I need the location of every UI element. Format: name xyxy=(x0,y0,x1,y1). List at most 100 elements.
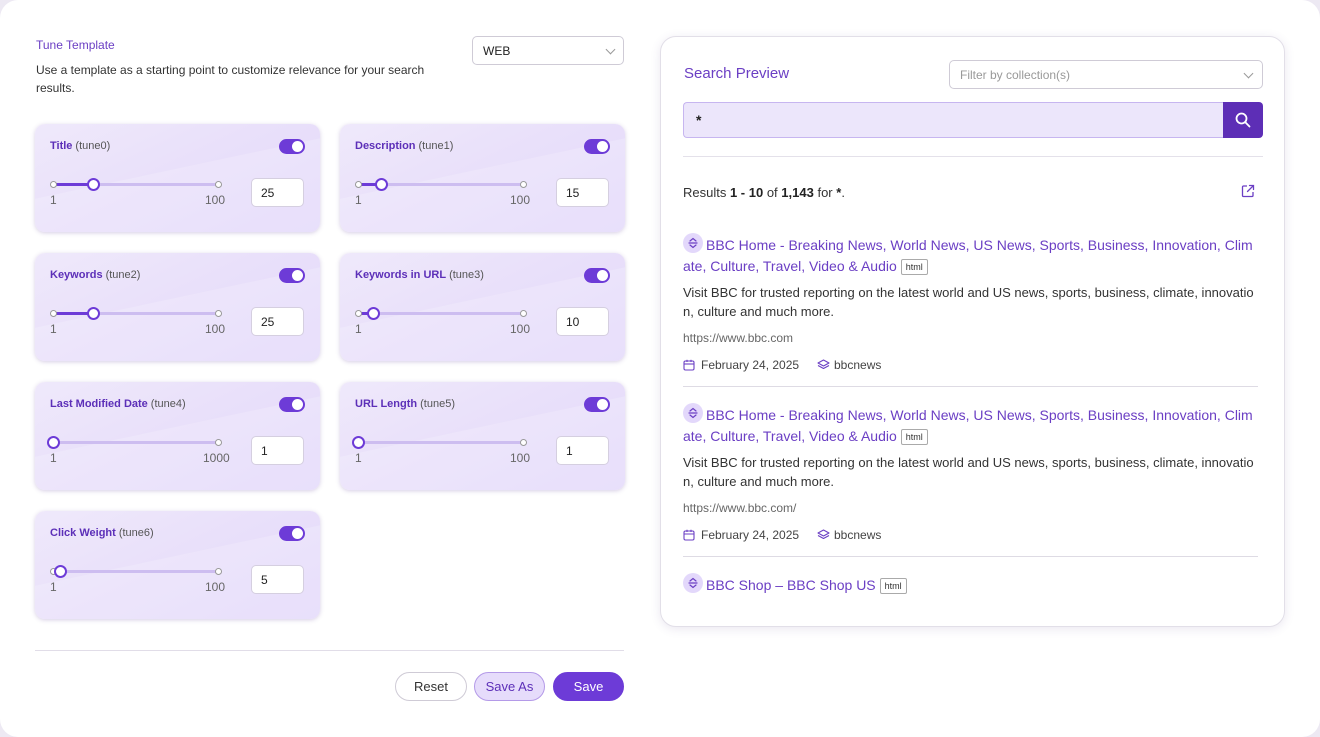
relevance-icon[interactable] xyxy=(683,573,703,593)
toggle-knob xyxy=(597,399,608,410)
external-link-icon[interactable] xyxy=(1241,184,1255,203)
slider-thumb[interactable] xyxy=(366,307,380,320)
result-type-tag: html xyxy=(879,578,907,594)
tune-value-input[interactable]: 1 xyxy=(556,436,609,465)
toggle-knob xyxy=(597,141,608,152)
tune-label: Keywords (tune2) xyxy=(50,269,140,281)
tune-slider[interactable] xyxy=(352,436,527,449)
tune-enable-toggle[interactable] xyxy=(279,526,305,541)
collection-filter-select[interactable]: Filter by collection(s) xyxy=(949,60,1263,89)
slider-max-label: 100 xyxy=(205,580,226,594)
tune-name: URL Length xyxy=(355,398,418,410)
tune-value-input[interactable]: 25 xyxy=(251,178,304,207)
tune-label: Keywords in URL (tune3) xyxy=(355,269,484,281)
search-button[interactable] xyxy=(1223,102,1263,138)
result-title-line: BBC Home - Breaking News, World News, US… xyxy=(683,233,1259,277)
tune-key: (tune5) xyxy=(420,398,455,410)
tune-card: Click Weight (tune6) 1 100 5 xyxy=(35,511,320,619)
result-snippet: Visit BBC for trusted reporting on the l… xyxy=(683,285,1254,319)
slider-max-mark xyxy=(215,181,222,188)
template-select-value: WEB xyxy=(483,44,511,58)
tune-enable-toggle[interactable] xyxy=(279,268,305,283)
slider-min-mark xyxy=(355,310,362,317)
search-preview-title: Search Preview xyxy=(684,65,790,82)
results-of: of xyxy=(763,185,782,200)
slider-max-label: 100 xyxy=(205,193,226,207)
search-preview-panel: Search Preview Filter by collection(s) *… xyxy=(660,36,1285,627)
slider-thumb[interactable] xyxy=(53,565,67,578)
slider-thumb[interactable] xyxy=(352,436,365,449)
result-date: February 24, 2025 xyxy=(701,358,800,372)
layers-icon xyxy=(817,359,830,370)
tune-card: Keywords (tune2) 1 100 25 xyxy=(35,253,320,361)
tune-enable-toggle[interactable] xyxy=(584,397,610,412)
relevance-icon[interactable] xyxy=(683,233,703,253)
tune-value-input[interactable]: 15 xyxy=(556,178,609,207)
search-result: BBC Home - Breaking News, World News, US… xyxy=(683,233,1259,374)
result-url[interactable]: https://www.bbc.com xyxy=(683,331,1259,345)
toggle-knob xyxy=(292,141,303,152)
result-title-link[interactable]: BBC Home - Breaking News, World News, US… xyxy=(683,237,1253,274)
result-type-tag: html xyxy=(900,259,928,275)
save-button[interactable]: Save xyxy=(553,672,624,701)
divider xyxy=(35,650,624,651)
result-meta: February 24, 2025 bbcnews xyxy=(683,528,1259,544)
tune-slider[interactable] xyxy=(50,565,222,578)
result-type-tag: html xyxy=(900,429,928,445)
reset-button[interactable]: Reset xyxy=(395,672,467,701)
slider-max-label: 100 xyxy=(205,322,226,336)
tune-slider[interactable] xyxy=(355,307,527,320)
tune-slider[interactable] xyxy=(47,436,222,449)
result-title-line: BBC Shop – BBC Shop US html xyxy=(683,573,1259,596)
tune-value-input[interactable]: 10 xyxy=(556,307,609,336)
tune-card: URL Length (tune5) 1 100 1 xyxy=(340,382,625,490)
slider-thumb[interactable] xyxy=(47,436,60,449)
tune-enable-toggle[interactable] xyxy=(279,397,305,412)
slider-thumb[interactable] xyxy=(86,307,100,320)
tune-key: (tune4) xyxy=(150,398,186,410)
tune-key: (tune1) xyxy=(418,140,454,152)
slider-min-label: 1 xyxy=(355,322,362,336)
slider-thumb[interactable] xyxy=(375,178,389,191)
tune-key: (tune6) xyxy=(118,527,154,539)
tune-enable-toggle[interactable] xyxy=(584,268,610,283)
toggle-knob xyxy=(292,399,303,410)
tune-label: Title (tune0) xyxy=(50,140,110,152)
search-input[interactable]: * xyxy=(683,102,1224,138)
tune-slider[interactable] xyxy=(50,307,222,320)
tune-enable-toggle[interactable] xyxy=(279,139,305,154)
result-title-link[interactable]: BBC Home - Breaking News, World News, US… xyxy=(683,407,1253,444)
result-snippet: Visit BBC for trusted reporting on the l… xyxy=(683,455,1254,489)
tune-value-input[interactable]: 25 xyxy=(251,307,304,336)
relevance-icon[interactable] xyxy=(683,403,703,423)
result-url[interactable]: https://www.bbc.com/ xyxy=(683,501,1259,515)
toggle-knob xyxy=(292,270,303,281)
template-select[interactable]: WEB xyxy=(472,36,624,65)
tune-slider[interactable] xyxy=(355,178,527,191)
results-range: 1 - 10 xyxy=(729,185,764,200)
tune-name: Keywords in URL xyxy=(355,269,447,281)
tune-slider[interactable] xyxy=(50,178,222,191)
slider-min-label: 1 xyxy=(355,451,362,465)
layers-icon xyxy=(817,529,830,540)
tune-key: (tune2) xyxy=(105,269,141,281)
slider-thumb[interactable] xyxy=(86,178,100,191)
result-collection[interactable]: bbcnews xyxy=(834,528,881,542)
tune-name: Last Modified Date xyxy=(50,398,148,410)
slider-max-label: 100 xyxy=(510,193,531,207)
tune-name: Click Weight xyxy=(50,527,116,539)
tune-enable-toggle[interactable] xyxy=(584,139,610,154)
tune-name: Description xyxy=(355,140,416,152)
tune-key: (tune0) xyxy=(75,140,111,152)
tune-template-title: Tune Template xyxy=(36,38,115,52)
slider-min-mark xyxy=(50,310,57,317)
result-title-link[interactable]: BBC Shop – BBC Shop US xyxy=(706,577,876,593)
result-collection[interactable]: bbcnews xyxy=(834,358,881,372)
tune-page: Tune Template Use a template as a starti… xyxy=(0,0,1320,737)
chevron-down-icon xyxy=(605,44,616,55)
save-as-button[interactable]: Save As xyxy=(474,672,545,701)
tune-value-input[interactable]: 1 xyxy=(251,436,304,465)
tune-value-input[interactable]: 5 xyxy=(251,565,304,594)
slider-min-label: 1 xyxy=(50,322,57,336)
slider-min-mark xyxy=(355,181,362,188)
